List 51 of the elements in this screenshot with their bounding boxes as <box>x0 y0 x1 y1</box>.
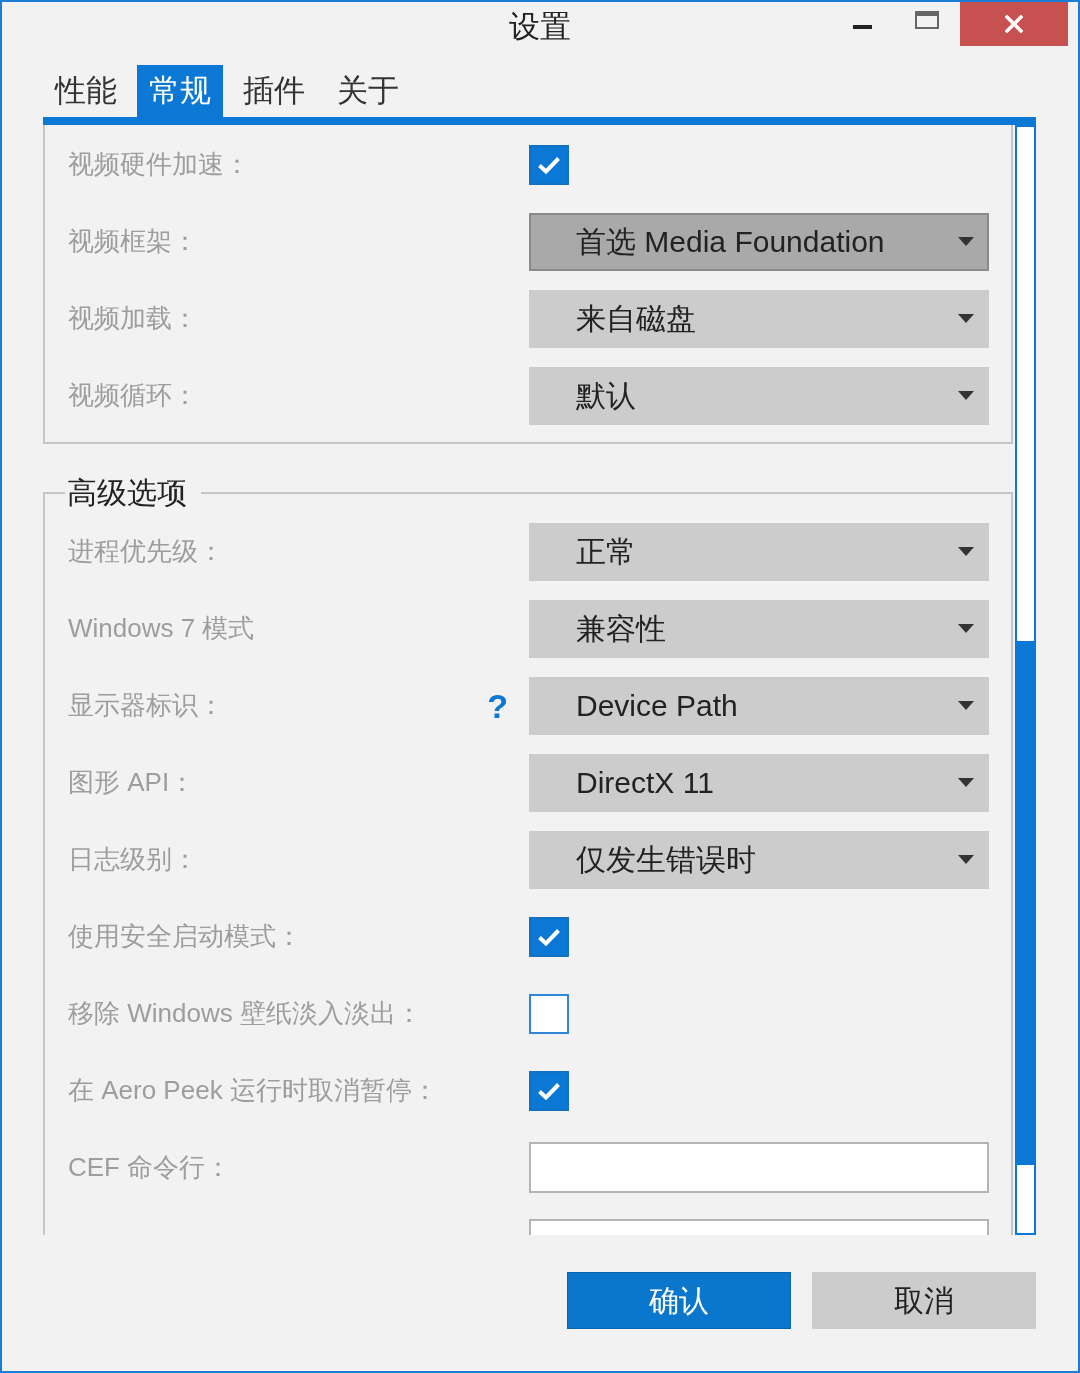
confirm-button[interactable]: 确认 <box>567 1272 791 1329</box>
dropdown[interactable]: 正常 <box>529 522 989 581</box>
checkmark-icon <box>537 1081 561 1100</box>
caret-icon <box>958 855 974 864</box>
help-icon[interactable]: ? <box>487 688 508 723</box>
caret-icon <box>958 701 974 710</box>
setting-label: 在 Aero Peek 运行时取消暂停： <box>68 1074 438 1107</box>
cancel-button[interactable]: 取消 <box>812 1272 1036 1329</box>
checkbox[interactable] <box>529 916 569 957</box>
setting-label: 显示器标识： <box>68 689 224 722</box>
tab[interactable]: 性能 <box>43 65 129 117</box>
caret-icon <box>958 391 974 400</box>
scrollbar-thumb[interactable] <box>1017 641 1034 1165</box>
window-title: 设置 <box>509 8 571 42</box>
caret-icon <box>958 778 974 787</box>
checkmark-icon <box>537 155 561 174</box>
maximize-icon <box>915 11 939 29</box>
dropdown[interactable]: 仅发生错误时 <box>529 830 989 889</box>
setting-label: 视频硬件加速： <box>68 148 250 181</box>
caret-icon <box>958 624 974 633</box>
checkmark-icon <box>537 927 561 946</box>
setting-label: 使用安全启动模式： <box>68 920 302 953</box>
caret-icon <box>958 314 974 323</box>
close-icon <box>1005 15 1023 33</box>
scrollbar[interactable] <box>1015 125 1036 1235</box>
setting-label: 视频加载： <box>68 302 198 335</box>
setting-label: Windows 7 模式 <box>68 612 255 645</box>
checkbox[interactable] <box>529 1070 569 1111</box>
checkbox[interactable] <box>529 144 569 185</box>
dropdown[interactable]: DirectX 11 <box>529 753 989 812</box>
dropdown[interactable]: 首选 Media Foundation <box>529 212 989 271</box>
dropdown[interactable]: 默认 <box>529 366 989 425</box>
dropdown[interactable]: 来自磁盘 <box>529 289 989 348</box>
close-button[interactable] <box>960 2 1068 46</box>
tab[interactable]: 常规 <box>137 65 223 117</box>
setting-label: 移除 Windows 壁纸淡入淡出： <box>68 997 422 1030</box>
setting-label: 视频框架： <box>68 225 198 258</box>
caret-icon <box>958 237 974 246</box>
tab[interactable]: 关于 <box>325 65 411 117</box>
setting-label: CEF 命令行： <box>68 1151 232 1184</box>
minimize-icon <box>852 25 872 29</box>
dropdown[interactable]: Device Path <box>529 676 989 735</box>
caret-icon <box>958 547 974 556</box>
checkbox[interactable] <box>529 993 569 1034</box>
dropdown[interactable]: 兼容性 <box>529 599 989 658</box>
tab[interactable]: 插件 <box>231 65 317 117</box>
setting-label: 日志级别： <box>68 843 198 876</box>
setting-label: 视频循环： <box>68 379 198 412</box>
input-field[interactable] <box>529 1142 989 1193</box>
setting-label: 进程优先级： <box>68 535 224 568</box>
setting-label: 图形 API： <box>68 766 196 799</box>
